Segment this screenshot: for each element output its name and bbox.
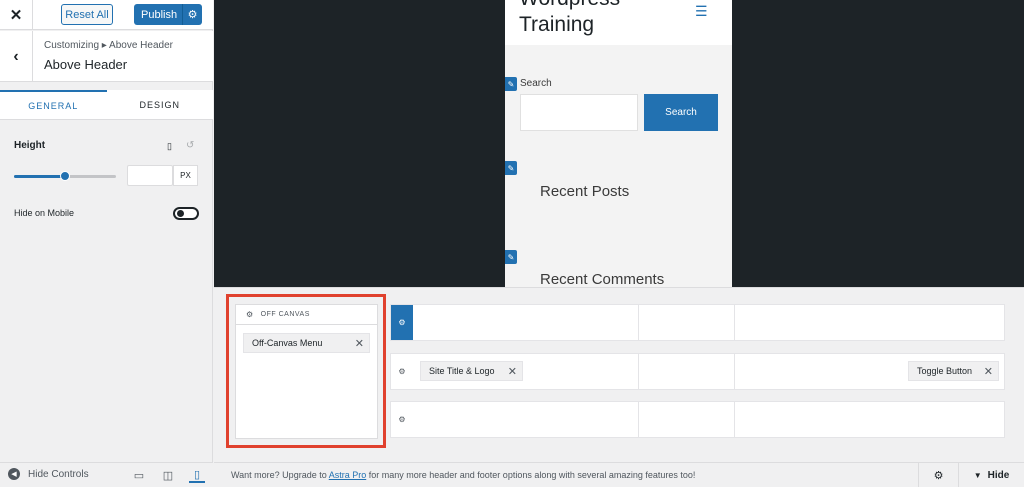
desktop-icon[interactable]: ▭	[131, 467, 147, 483]
tablet-icon[interactable]: ◫	[160, 467, 176, 483]
gear-icon[interactable]: ⚙	[391, 354, 413, 389]
site-title[interactable]: Wordpress Training	[519, 0, 689, 38]
off-canvas-header: ⚙ OFF CANVAS	[236, 305, 377, 325]
chip-label: Toggle Button	[917, 366, 973, 376]
hide-label: Hide	[987, 470, 1010, 481]
remove-icon[interactable]: ✕	[355, 337, 364, 350]
remove-icon[interactable]: ✕	[984, 365, 993, 378]
row-divider	[638, 354, 639, 389]
site-header: Wordpress Training ☰	[505, 0, 732, 45]
off-canvas-panel: ⚙ OFF CANVAS Off-Canvas Menu ✕	[235, 304, 378, 439]
publish-label[interactable]: Publish	[134, 9, 182, 21]
gear-icon[interactable]: ⚙	[182, 4, 202, 25]
collapse-icon: ◀	[8, 468, 20, 480]
hide-on-mobile-toggle[interactable]	[173, 207, 199, 220]
search-button[interactable]: Search	[644, 94, 718, 131]
upgrade-prefix: Want more? Upgrade to	[231, 470, 329, 480]
row-divider	[638, 305, 639, 340]
tab-design[interactable]: DESIGN	[107, 90, 214, 119]
row-divider	[734, 354, 735, 389]
off-canvas-menu-item[interactable]: Off-Canvas Menu ✕	[243, 333, 370, 353]
hide-on-mobile-label: Hide on Mobile	[14, 208, 75, 218]
edit-pencil-icon[interactable]: ✎	[505, 161, 517, 175]
undo-icon[interactable]: ↺	[186, 140, 194, 151]
back-arrow-icon[interactable]: ‹	[0, 31, 33, 82]
mobile-preview-frame: Wordpress Training ☰ ✎ Search Search ✎ R…	[505, 0, 732, 287]
height-slider[interactable]	[14, 171, 116, 181]
builder-row-below[interactable]: ⚙	[390, 401, 1005, 438]
widget-title-recent-comments: Recent Comments	[540, 271, 665, 287]
site-title-logo-item[interactable]: Site Title & Logo ✕	[420, 361, 523, 381]
gear-icon[interactable]: ⚙	[246, 310, 254, 319]
row-divider	[734, 305, 735, 340]
off-canvas-title: OFF CANVAS	[260, 311, 310, 318]
gear-icon[interactable]: ⚙	[918, 463, 958, 487]
hide-builder-button[interactable]: ▼ Hide	[958, 463, 1024, 487]
remove-icon[interactable]: ✕	[508, 365, 517, 378]
chip-label: Site Title & Logo	[429, 366, 495, 376]
menu-icon[interactable]: ☰	[695, 3, 708, 20]
builder-status-bar: Want more? Upgrade to Astra Pro for many…	[214, 462, 1024, 487]
hide-controls-button[interactable]: ◀ Hide Controls	[8, 468, 89, 480]
search-input[interactable]	[520, 94, 638, 131]
tab-general[interactable]: GENERAL	[0, 90, 107, 119]
header-builder: ⚙ OFF CANVAS Off-Canvas Menu ✕ ⚙ ⚙ Site …	[214, 287, 1024, 462]
builder-row-primary[interactable]: ⚙ Site Title & Logo ✕ Toggle Button ✕	[390, 353, 1005, 390]
close-icon[interactable]: ✕	[0, 0, 33, 30]
edit-pencil-icon[interactable]: ✎	[505, 250, 517, 264]
settings-tabs: GENERAL DESIGN	[0, 90, 213, 120]
slider-handle[interactable]	[60, 171, 70, 181]
height-label: Height	[14, 140, 46, 151]
unit-selector[interactable]: PX	[173, 165, 198, 186]
customizer-sidebar: ✕ Reset All Publish ⚙ ‹ Customizing ▸ Ab…	[0, 0, 213, 487]
upgrade-suffix: for many more header and footer options …	[366, 470, 696, 480]
builder-row-above[interactable]: ⚙	[390, 304, 1005, 341]
section-header: ‹ Customizing ▸ Above Header Above Heade…	[0, 31, 213, 82]
chip-label: Off-Canvas Menu	[252, 338, 323, 348]
upgrade-notice: Want more? Upgrade to Astra Pro for many…	[231, 470, 695, 480]
breadcrumb: Customizing ▸ Above Header	[44, 40, 173, 51]
chevron-down-icon: ▼	[973, 471, 982, 480]
edit-pencil-icon[interactable]: ✎	[505, 77, 517, 91]
astra-pro-link[interactable]: Astra Pro	[329, 470, 367, 480]
section-title: Above Header	[44, 57, 128, 72]
gear-icon[interactable]: ⚙	[391, 305, 413, 340]
mobile-icon[interactable]: ▯	[167, 141, 172, 152]
hide-controls-label: Hide Controls	[28, 468, 89, 480]
customizer-top-bar: ✕ Reset All Publish ⚙	[0, 0, 213, 30]
slider-fill	[14, 175, 65, 178]
sidebar-footer: ◀ Hide Controls ▭ ◫ ▯	[0, 462, 213, 487]
toggle-knob	[177, 210, 184, 217]
widget-title-recent-posts: Recent Posts	[540, 183, 630, 200]
row-divider	[734, 402, 735, 437]
search-widget-label: Search	[520, 78, 552, 89]
toggle-button-item[interactable]: Toggle Button ✕	[908, 361, 999, 381]
publish-button[interactable]: Publish ⚙	[134, 4, 202, 25]
gear-icon[interactable]: ⚙	[391, 402, 413, 437]
row-divider	[638, 402, 639, 437]
reset-all-button[interactable]: Reset All	[61, 4, 113, 25]
height-input[interactable]	[127, 165, 173, 186]
site-preview: Wordpress Training ☰ ✎ Search Search ✎ R…	[214, 0, 1024, 287]
mobile-icon[interactable]: ▯	[189, 467, 205, 483]
